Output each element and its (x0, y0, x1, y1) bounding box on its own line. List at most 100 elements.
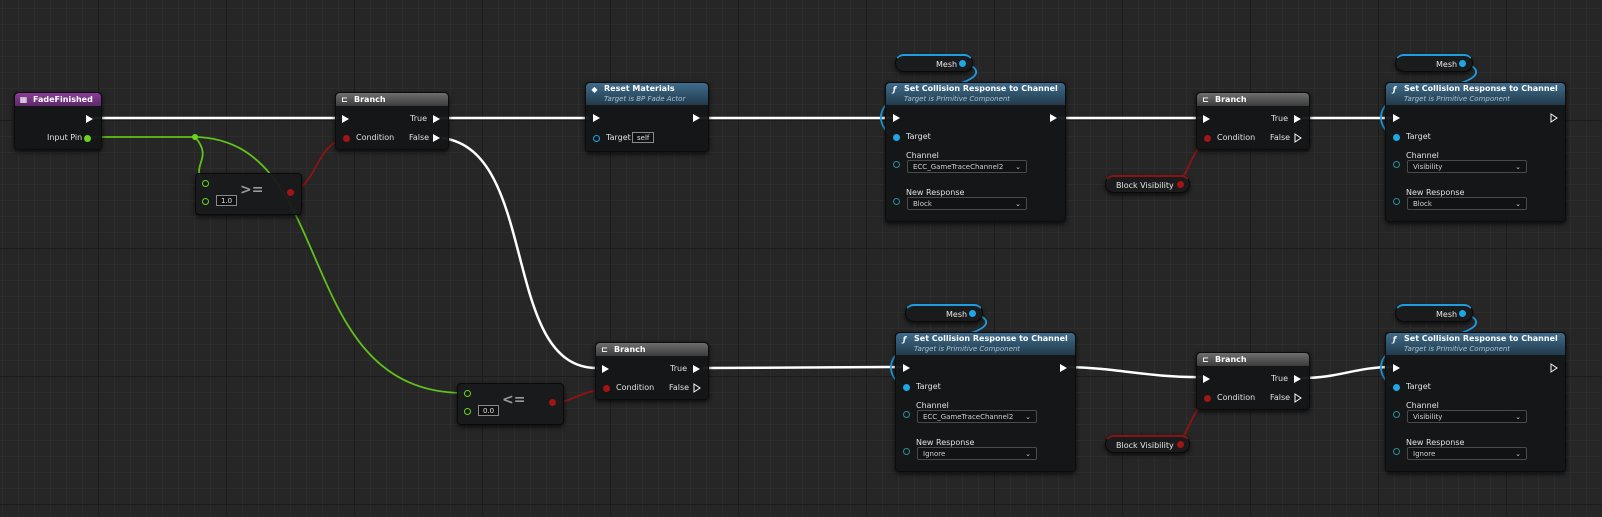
exec-in-pin[interactable] (602, 365, 609, 373)
exec-in-pin[interactable] (1393, 364, 1400, 372)
false-exec-pin[interactable] (433, 134, 440, 142)
block-visibility-variable-node[interactable]: Block Visibility (1105, 435, 1190, 453)
le-value-field[interactable]: 0.0 (478, 405, 500, 416)
true-exec-pin[interactable] (1294, 115, 1301, 123)
exec-in-pin[interactable] (1393, 114, 1400, 122)
fade-finished-event-node[interactable]: ▦ FadeFinished Input Pin (14, 92, 102, 150)
reset-materials-node[interactable]: ◆ Reset Materials Target is BP Fade Acto… (585, 82, 709, 152)
wire-knot (192, 134, 198, 140)
block-visibility-output-pin[interactable] (1177, 441, 1184, 448)
exec-out-pin[interactable] (1550, 113, 1558, 123)
branch-node-1[interactable]: ⊏ Branch True Condition False (335, 92, 449, 150)
exec-out-pin[interactable] (1060, 364, 1067, 372)
mesh-output-pin[interactable] (969, 310, 976, 317)
node-header: ◆ Reset Materials Target is BP Fade Acto… (586, 83, 708, 105)
channel-dropdown[interactable]: ECC_GameTraceChannel2 ⌄ (907, 160, 1027, 173)
true-exec-pin[interactable] (693, 365, 700, 373)
mesh-variable-node[interactable]: Mesh (895, 54, 973, 72)
channel-pin[interactable] (893, 161, 900, 168)
mesh-variable-node[interactable]: Mesh (905, 304, 983, 322)
response-pin[interactable] (1393, 198, 1400, 205)
set-collision-node-4[interactable]: ƒ Set Collision Response to Channel Targ… (1385, 332, 1566, 472)
greater-equal-node[interactable]: 1.0 >= (195, 173, 302, 215)
condition-pin[interactable] (603, 385, 610, 392)
channel-dropdown[interactable]: Visibility ⌄ (1407, 410, 1527, 423)
branch-node-4[interactable]: ⊏ Branch True Condition False (1196, 352, 1310, 410)
branch-node-2[interactable]: ⊏ Branch True Condition False (1196, 92, 1310, 150)
target-pin[interactable] (893, 134, 900, 141)
block-visibility-variable-node[interactable]: Block Visibility (1105, 175, 1190, 193)
node-title: FadeFinished (33, 95, 93, 104)
channel-dropdown[interactable]: ECC_GameTraceChannel2 ⌄ (917, 410, 1037, 423)
true-exec-pin[interactable] (1294, 375, 1301, 383)
response-dropdown[interactable]: Block ⌄ (1407, 197, 1527, 210)
target-pin[interactable] (593, 135, 600, 142)
exec-out-pin[interactable] (1050, 114, 1057, 122)
false-exec-pin[interactable] (693, 383, 701, 393)
condition-pin[interactable] (1204, 135, 1211, 142)
exec-in-pin[interactable] (893, 114, 900, 122)
block-visibility-output-pin[interactable] (1177, 181, 1184, 188)
mesh-output-pin[interactable] (1459, 310, 1466, 317)
true-label: True (1271, 374, 1288, 383)
input-pin-label: Input Pin (47, 133, 83, 142)
ge-input-a-pin[interactable] (202, 180, 209, 187)
input-pin-out[interactable] (84, 135, 91, 142)
response-pin[interactable] (893, 198, 900, 205)
channel-label: Channel (1406, 151, 1439, 160)
exec-out-pin[interactable] (1550, 363, 1558, 373)
channel-pin[interactable] (1393, 161, 1400, 168)
response-pin[interactable] (903, 448, 910, 455)
response-pin[interactable] (1393, 448, 1400, 455)
set-collision-node-2[interactable]: ƒ Set Collision Response to Channel Targ… (1385, 82, 1566, 222)
response-dropdown[interactable]: Ignore ⌄ (917, 447, 1037, 460)
true-label: True (670, 364, 687, 373)
false-exec-pin[interactable] (1294, 393, 1302, 403)
le-input-b-pin[interactable] (464, 408, 471, 415)
node-title: Set Collision Response to Channel (904, 84, 1058, 93)
exec-in-pin[interactable] (903, 364, 910, 372)
true-exec-pin[interactable] (433, 115, 440, 123)
branch-icon: ⊏ (341, 95, 348, 104)
chevron-down-icon: ⌄ (1515, 413, 1521, 421)
branch-node-3[interactable]: ⊏ Branch True Condition False (595, 342, 709, 400)
le-input-a-pin[interactable] (464, 390, 471, 397)
false-exec-pin[interactable] (1294, 133, 1302, 143)
node-header: ⊏ Branch (1197, 353, 1309, 366)
channel-dropdown[interactable]: Visibility ⌄ (1407, 160, 1527, 173)
target-pin[interactable] (1393, 384, 1400, 391)
exec-in-pin[interactable] (593, 114, 600, 122)
chevron-down-icon: ⌄ (1025, 450, 1031, 458)
condition-pin[interactable] (1204, 395, 1211, 402)
ge-output-pin[interactable] (287, 189, 294, 196)
response-dropdown[interactable]: Ignore ⌄ (1407, 447, 1527, 460)
set-collision-node-3[interactable]: ƒ Set Collision Response to Channel Targ… (895, 332, 1076, 472)
node-subtitle: Target is BP Fade Actor (604, 95, 686, 103)
target-pin[interactable] (903, 384, 910, 391)
exec-in-pin[interactable] (342, 115, 349, 123)
ge-value-field[interactable]: 1.0 (216, 195, 238, 206)
target-self-field[interactable]: self (632, 132, 655, 143)
exec-in-pin[interactable] (1203, 375, 1210, 383)
false-label: False (1270, 133, 1291, 142)
mesh-variable-node[interactable]: Mesh (1395, 304, 1473, 322)
response-value: Block (1413, 200, 1432, 208)
le-output-pin[interactable] (549, 399, 556, 406)
exec-in-pin[interactable] (1203, 115, 1210, 123)
exec-out-pin[interactable] (693, 114, 700, 122)
mesh-output-pin[interactable] (1459, 60, 1466, 67)
channel-pin[interactable] (903, 411, 910, 418)
exec-wire (1301, 365, 1393, 380)
response-dropdown[interactable]: Block ⌄ (907, 197, 1027, 210)
target-pin[interactable] (1393, 134, 1400, 141)
channel-pin[interactable] (1393, 411, 1400, 418)
set-collision-node-1[interactable]: ƒ Set Collision Response to Channel Targ… (885, 82, 1066, 222)
function-icon: ƒ (1392, 85, 1397, 94)
mesh-output-pin[interactable] (959, 60, 966, 67)
node-subtitle: Target is Primitive Component (1404, 95, 1511, 103)
less-equal-node[interactable]: 0.0 <= (457, 383, 564, 425)
ge-input-b-pin[interactable] (202, 198, 209, 205)
exec-out-pin[interactable] (86, 115, 93, 123)
mesh-variable-node[interactable]: Mesh (1395, 54, 1473, 72)
condition-pin[interactable] (343, 135, 350, 142)
